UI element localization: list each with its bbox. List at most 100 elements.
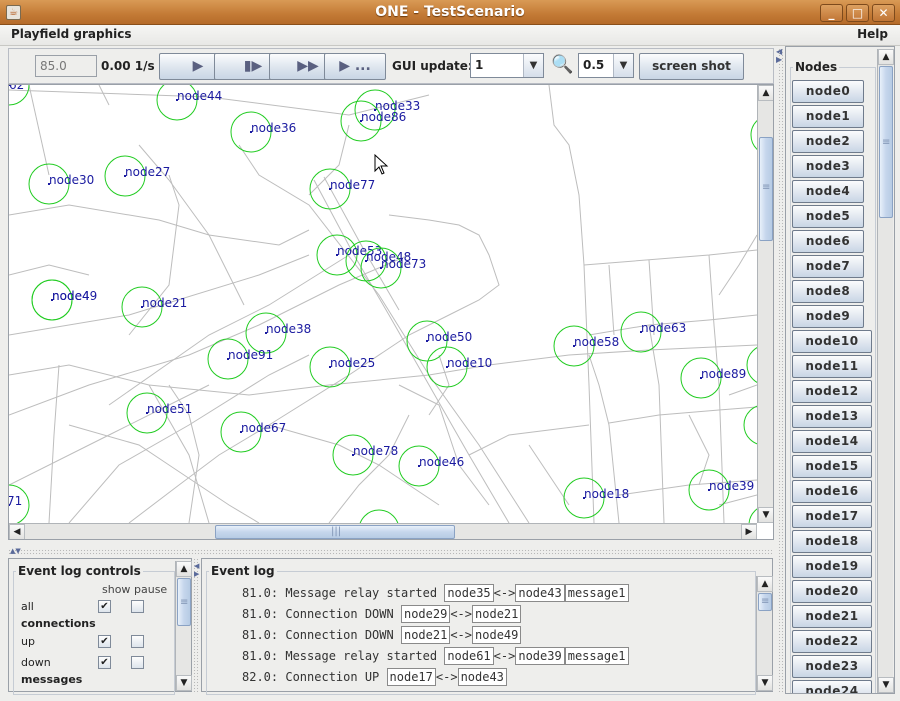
node-button-node20[interactable]: node20: [792, 580, 872, 603]
map-node-node78[interactable]: node78: [332, 434, 398, 476]
node-button-node10[interactable]: node10: [792, 330, 872, 353]
node-button-node24[interactable]: node24: [792, 680, 872, 693]
split-arrows-icon[interactable]: ◀ ▶: [194, 562, 199, 578]
split-arrows-icon[interactable]: ▲▼: [10, 547, 21, 555]
scroll-up-icon[interactable]: ▲: [758, 85, 773, 101]
log-node-link[interactable]: node43: [515, 584, 565, 602]
event-log-scroll-thumb[interactable]: ≡: [758, 593, 772, 611]
map-node-node44[interactable]: node44: [156, 85, 222, 121]
node-button-node5[interactable]: node5: [792, 205, 864, 228]
gui-update-select[interactable]: 1 ▼: [470, 53, 544, 78]
node-button-node1[interactable]: node1: [792, 105, 864, 128]
map-node-node91[interactable]: node91: [207, 338, 273, 380]
node-button-node12[interactable]: node12: [792, 380, 872, 403]
nodes-scroll-thumb[interactable]: ≡: [879, 66, 893, 218]
node-button-node21[interactable]: node21: [792, 605, 872, 628]
map-hscroll-thumb[interactable]: |||: [215, 525, 455, 539]
node-button-node4[interactable]: node4: [792, 180, 864, 203]
map-node-node36[interactable]: node36: [230, 111, 296, 153]
minimize-button[interactable]: _: [820, 4, 843, 22]
node-button-node19[interactable]: node19: [792, 555, 872, 578]
map-node-node71[interactable]: node71: [9, 484, 30, 523]
map-node-node21[interactable]: node21: [121, 286, 187, 328]
log-node-link[interactable]: node21: [472, 605, 522, 623]
run-until-button[interactable]: ▶ ...: [324, 53, 386, 80]
map-node-node77[interactable]: node77: [309, 168, 375, 210]
pause-down-checkbox[interactable]: [131, 656, 144, 669]
log-node-link[interactable]: node43: [457, 668, 507, 686]
map-vertical-scrollbar[interactable]: ▲ ≡ ▼: [757, 85, 773, 523]
log-message-link[interactable]: message1: [564, 584, 629, 602]
map-vscroll-thumb[interactable]: ≡: [759, 137, 773, 241]
node-button-node6[interactable]: node6: [792, 230, 864, 253]
sim-time-field[interactable]: 85.0: [35, 55, 97, 77]
node-button-node13[interactable]: node13: [792, 405, 872, 428]
scroll-right-icon[interactable]: ▶: [741, 524, 757, 539]
scroll-down-icon[interactable]: ▼: [878, 677, 894, 693]
log-node-link[interactable]: node21: [400, 626, 451, 644]
close-button[interactable]: ✕: [872, 4, 895, 22]
horizontal-splitter[interactable]: [8, 549, 774, 555]
map-node-node10[interactable]: node10: [426, 346, 492, 388]
nodes-panel: Nodes node0 node1 node2 node3 node4 node5 node…: [785, 46, 895, 694]
node-button-node17[interactable]: node17: [792, 505, 872, 528]
log-node-link[interactable]: node17: [386, 668, 436, 686]
pause-up-checkbox[interactable]: [131, 635, 144, 648]
map-node-node51[interactable]: node51: [126, 392, 192, 434]
log-node-link[interactable]: node35: [444, 584, 494, 602]
log-node-link[interactable]: node39: [515, 647, 565, 665]
scroll-left-icon[interactable]: ◀: [9, 524, 25, 539]
map-node-node38[interactable]: node38: [245, 312, 311, 354]
scroll-down-icon[interactable]: ▼: [757, 675, 773, 691]
controls-scroll-thumb[interactable]: ≡: [177, 578, 191, 626]
map-node-node30[interactable]: node30: [28, 163, 94, 205]
node-button-node18[interactable]: node18: [792, 530, 872, 553]
node-button-node8[interactable]: node8: [792, 280, 864, 303]
menu-help[interactable]: Help: [857, 27, 888, 41]
map-node-node49[interactable]: node49: [31, 279, 97, 321]
show-all-checkbox[interactable]: ✔: [98, 600, 111, 613]
chevron-down-icon[interactable]: ▼: [523, 54, 543, 77]
node-button-node14[interactable]: node14: [792, 430, 872, 453]
vertical-splitter-nodes[interactable]: [778, 48, 784, 692]
log-node-link[interactable]: node61: [444, 647, 494, 665]
map-horizontal-scrollbar[interactable]: ◀ ||| ▶: [9, 523, 757, 539]
node-button-node9[interactable]: node9: [792, 305, 864, 328]
screenshot-button[interactable]: screen shot: [639, 53, 744, 80]
node-button-node11[interactable]: node11: [792, 355, 872, 378]
log-node-link[interactable]: node29: [400, 605, 451, 623]
log-message-link[interactable]: message1: [564, 647, 629, 665]
node-button-node22[interactable]: node22: [792, 630, 872, 653]
node-button-node2[interactable]: node2: [792, 130, 864, 153]
map-node-node18[interactable]: node18: [563, 477, 629, 519]
node-button-node15[interactable]: node15: [792, 455, 872, 478]
maximize-button[interactable]: □: [846, 4, 869, 22]
chevron-down-icon[interactable]: ▼: [613, 54, 633, 77]
map-node-node27[interactable]: node27: [104, 155, 170, 197]
map-node-node67[interactable]: node67: [220, 411, 286, 453]
node-button-node23[interactable]: node23: [792, 655, 872, 678]
show-down-checkbox[interactable]: ✔: [98, 656, 111, 669]
node-button-node16[interactable]: node16: [792, 480, 872, 503]
vertical-splitter-log[interactable]: [193, 558, 199, 692]
map-node-node63[interactable]: node63: [620, 311, 686, 353]
scroll-up-icon[interactable]: ▲: [878, 49, 894, 65]
node-button-node0[interactable]: node0: [792, 80, 864, 103]
scroll-up-icon[interactable]: ▲: [176, 561, 192, 577]
menu-playfield-graphics[interactable]: Playfield graphics: [11, 27, 131, 41]
scroll-down-icon[interactable]: ▼: [758, 507, 773, 523]
controls-scrollbar[interactable]: ▲ ≡ ▼: [175, 561, 192, 691]
event-log-scrollbar[interactable]: ▲ ≡ ▼: [756, 576, 773, 691]
scroll-down-icon[interactable]: ▼: [176, 675, 192, 691]
zoom-select[interactable]: 0.5 ▼: [578, 53, 634, 78]
scroll-up-icon[interactable]: ▲: [757, 576, 773, 592]
show-up-checkbox[interactable]: ✔: [98, 635, 111, 648]
playfield-map[interactable]: node62node44node36node33node86node30node…: [8, 84, 774, 540]
pause-all-checkbox[interactable]: [131, 600, 144, 613]
map-node-node62[interactable]: node62: [9, 85, 30, 106]
map-canvas[interactable]: node62node44node36node33node86node30node…: [9, 85, 757, 523]
log-node-link[interactable]: node49: [472, 626, 522, 644]
nodes-scrollbar[interactable]: ▲ ≡ ▼: [877, 49, 894, 693]
node-button-node7[interactable]: node7: [792, 255, 864, 278]
node-button-node3[interactable]: node3: [792, 155, 864, 178]
